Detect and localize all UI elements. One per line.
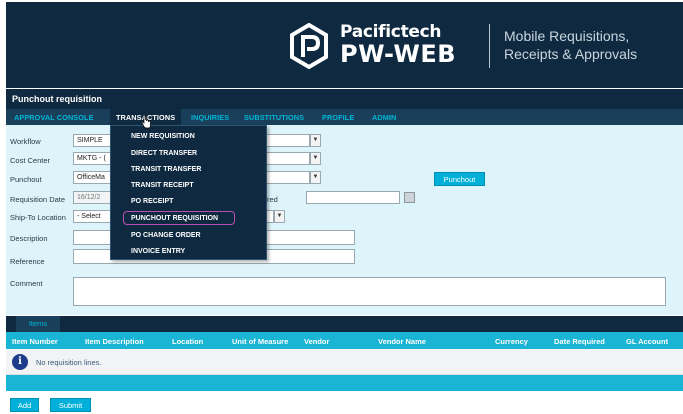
menu-profile[interactable]: PROFILE — [322, 113, 354, 122]
add-button[interactable]: Add — [10, 398, 39, 412]
menu-admin[interactable]: ADMIN — [372, 113, 396, 122]
main-menu-bar: APPROVAL CONSOLE TRANSACTIONS INQUIRIES … — [6, 109, 683, 125]
submit-button[interactable]: Submit — [50, 398, 91, 412]
page-title: Punchout requisition — [6, 89, 683, 109]
menu-approval-console[interactable]: APPROVAL CONSOLE — [14, 113, 94, 122]
app-banner: Pacifictech PW-WEB Mobile Requisitions, … — [6, 2, 683, 88]
menu-item-invoice-entry[interactable]: INVOICE ENTRY — [131, 248, 185, 255]
menu-item-new-requisition[interactable]: NEW REQUISITION — [131, 133, 195, 140]
tab-items[interactable]: Items — [16, 316, 60, 332]
calendar-icon[interactable] — [404, 192, 415, 203]
column-header[interactable]: Vendor Name — [378, 337, 426, 346]
brand-product-name: PW-WEB — [340, 40, 457, 68]
menu-item-punchout-requisition[interactable]: PUNCHOUT REQUISITION — [131, 215, 218, 222]
workflow-label: Workflow — [10, 137, 41, 146]
menu-item-direct-transfer[interactable]: DIRECT TRANSFER — [131, 150, 197, 157]
reference-label: Reference — [10, 257, 45, 266]
punchout-chevron-down-icon[interactable]: ▼ — [310, 171, 321, 184]
column-header[interactable]: Date Required — [554, 337, 605, 346]
column-header[interactable]: Currency — [495, 337, 528, 346]
column-header[interactable]: Vendor — [304, 337, 329, 346]
menu-item-transit-receipt[interactable]: TRANSIT RECEIPT — [131, 182, 194, 189]
column-header[interactable]: Item Number — [12, 337, 58, 346]
brand-tagline-line2: Receipts & Approvals — [504, 46, 638, 62]
items-table-header: Item Number Item Description Location Un… — [6, 332, 683, 349]
items-table-footer — [6, 375, 683, 391]
pacifictech-logo-icon — [290, 23, 328, 69]
empty-message: No requisition lines. — [36, 358, 102, 367]
column-header[interactable]: Unit of Measure — [232, 337, 288, 346]
info-icon: i — [12, 354, 28, 370]
column-header[interactable]: Location — [172, 337, 203, 346]
cost-center-label: Cost Center — [10, 156, 51, 165]
brand-company-name: Pacifictech — [340, 22, 442, 42]
punchout-label: Punchout — [10, 175, 42, 184]
items-empty-row: i No requisition lines. — [6, 349, 683, 375]
brand-divider — [489, 24, 490, 68]
comment-textarea[interactable] — [73, 277, 666, 306]
column-header[interactable]: GL Account — [626, 337, 668, 346]
menu-item-po-receipt[interactable]: PO RECEIPT — [131, 198, 173, 205]
date-required-input[interactable] — [306, 191, 400, 204]
transactions-dropdown-menu: NEW REQUISITION DIRECT TRANSFER TRANSIT … — [110, 125, 267, 260]
menu-inquiries[interactable]: INQUIRIES — [191, 113, 229, 122]
hand-cursor-icon — [141, 115, 151, 129]
ship-to-chevron-down-icon[interactable]: ▼ — [274, 210, 285, 223]
date-required-label: red — [267, 195, 278, 204]
menu-item-transit-transfer[interactable]: TRANSIT TRANSFER — [131, 166, 201, 173]
cost-center-chevron-down-icon[interactable]: ▼ — [310, 152, 321, 165]
punchout-button[interactable]: Punchout — [434, 172, 485, 186]
brand-tagline-line1: Mobile Requisitions, — [504, 28, 630, 44]
column-header[interactable]: Item Description — [85, 337, 144, 346]
requisition-date-label: Requisition Date — [10, 195, 66, 204]
description-label: Description — [10, 234, 48, 243]
brand-tagline: Mobile Requisitions, Receipts & Approval… — [504, 27, 683, 63]
menu-substitutions[interactable]: SUBSTITUTIONS — [244, 113, 304, 122]
workflow-chevron-down-icon[interactable]: ▼ — [310, 134, 321, 147]
comment-label: Comment — [10, 279, 43, 288]
ship-to-location-label: Ship-To Location — [10, 213, 66, 222]
items-tab-strip: Items — [6, 316, 683, 332]
menu-item-po-change-order[interactable]: PO CHANGE ORDER — [131, 232, 201, 239]
